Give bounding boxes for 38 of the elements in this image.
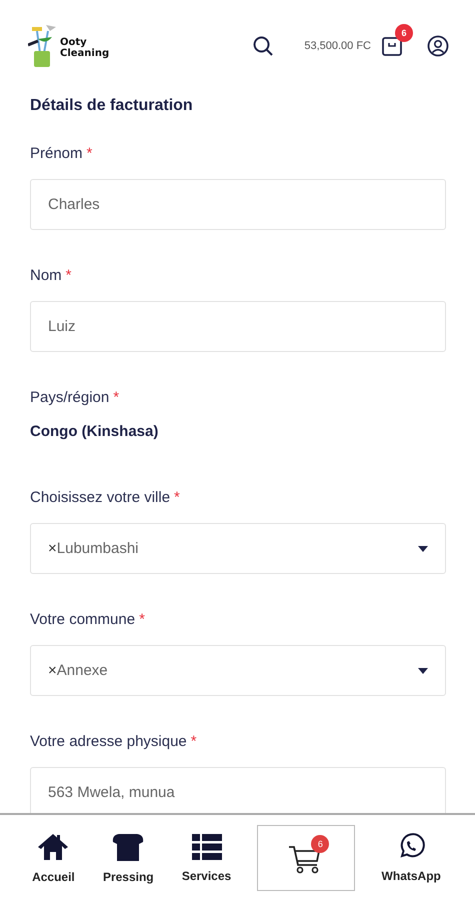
list-icon <box>190 832 222 860</box>
search-icon[interactable] <box>252 35 274 57</box>
select-field[interactable]: ×Lubumbashi <box>30 523 446 574</box>
caret-icon <box>418 546 428 552</box>
cart-count-badge: 6 <box>395 24 413 42</box>
field-label: Choisissez votre ville <box>30 488 170 508</box>
required-mark: * <box>66 266 72 286</box>
nav-item[interactable]: Pressing <box>100 828 156 888</box>
cart-button[interactable]: 6 <box>257 824 356 890</box>
field-label: Votre adresse physique <box>30 732 187 752</box>
section-title: Détails de facturation <box>30 96 194 116</box>
field-value: Congo (Kinshasa) <box>30 423 160 440</box>
required-mark: * <box>86 144 92 164</box>
input-field[interactable]: Charles <box>30 179 446 230</box>
required-mark: * <box>174 488 180 508</box>
field-label: Nom <box>30 266 62 286</box>
logo-text: Cleaning <box>60 48 110 59</box>
logo-text: Ooty <box>60 37 88 48</box>
input-field[interactable]: 563 Mwela, munua <box>30 767 446 813</box>
user-icon[interactable] <box>427 35 449 57</box>
field-label: Pays/région <box>30 388 110 408</box>
bag-icon[interactable] <box>381 35 403 57</box>
nav-item[interactable]: WhatsApp <box>380 828 443 886</box>
home-icon <box>36 832 70 862</box>
cart-total: 53,500.00 FC <box>304 40 371 52</box>
select-field[interactable]: ×Annexe <box>30 645 446 696</box>
input-field[interactable]: Luiz <box>30 301 446 352</box>
cart-count-badge: 6 <box>311 834 330 852</box>
required-mark: * <box>190 732 197 752</box>
shirt-icon <box>111 832 146 862</box>
field-label: Prénom <box>30 144 83 164</box>
field-label: Votre commune <box>30 610 136 630</box>
nav-item[interactable]: Accueil <box>30 828 77 888</box>
required-mark: * <box>113 388 120 408</box>
required-mark: * <box>139 610 145 630</box>
logo-drawing <box>28 23 58 69</box>
caret-icon <box>418 668 428 674</box>
nav-item[interactable]: Services <box>180 828 234 886</box>
